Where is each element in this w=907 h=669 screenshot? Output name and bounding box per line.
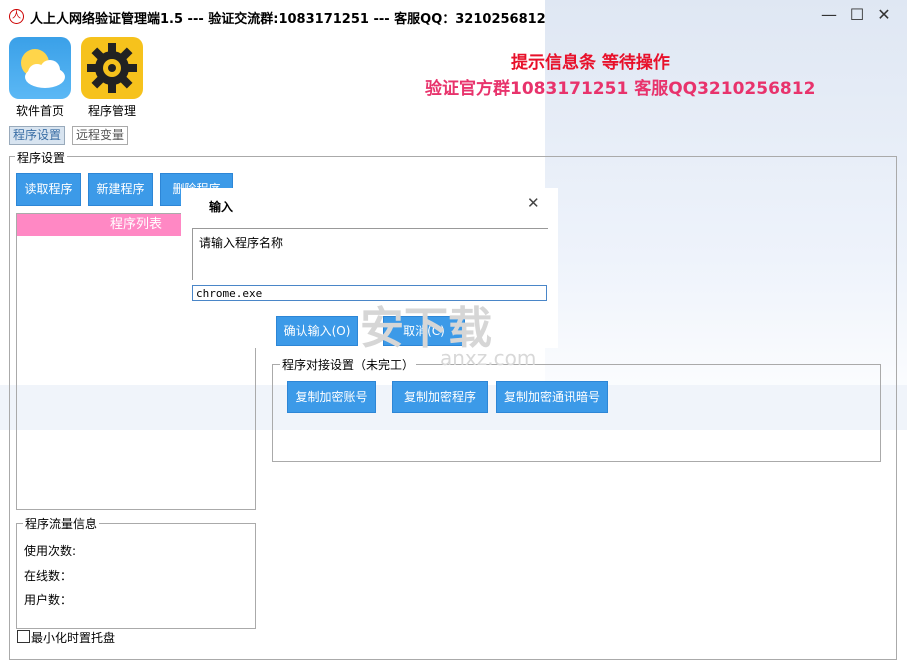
new-program-button[interactable]: 新建程序 <box>88 173 153 206</box>
copy-encrypted-account-button[interactable]: 复制加密账号 <box>287 381 376 413</box>
docking-group-label: 程序对接设置（未完工） <box>280 356 417 373</box>
usage-count-label: 使用次数: <box>24 544 77 558</box>
copy-encrypted-program-button[interactable]: 复制加密程序 <box>392 381 488 413</box>
home-tile[interactable] <box>9 37 71 99</box>
close-button[interactable]: ✕ <box>875 6 893 24</box>
confirm-input-button[interactable]: 确认输入(O) <box>276 316 358 346</box>
program-settings-group-label: 程序设置 <box>15 149 68 166</box>
program-tile-label: 程序管理 <box>88 104 137 118</box>
contact-hint: 验证官方群1083171251 客服QQ3210256812 <box>425 79 816 99</box>
window-title: 人上人网络验证管理端1.5 --- 验证交流群:1083171251 --- 客… <box>30 12 546 27</box>
minimize-tray-label: 最小化时置托盘 <box>31 631 116 645</box>
user-count-label: 用户数： <box>24 593 73 607</box>
docking-group <box>272 364 881 462</box>
online-count-label: 在线数： <box>24 569 73 583</box>
watermark-url: anxz.com <box>440 346 537 370</box>
read-program-button[interactable]: 读取程序 <box>16 173 81 206</box>
dialog-close-icon[interactable]: ✕ <box>527 194 540 212</box>
home-tile-label: 软件首页 <box>16 104 65 118</box>
maximize-button[interactable]: ☐ <box>848 6 866 24</box>
copy-encrypted-signal-button[interactable]: 复制加密通讯暗号 <box>496 381 608 413</box>
status-hint: 提示信息条 等待操作 <box>511 53 670 73</box>
minimize-tray-checkbox[interactable] <box>17 630 30 643</box>
minimize-button[interactable]: — <box>820 6 838 24</box>
dialog-prompt: 请输入程序名称 <box>199 236 284 250</box>
tab-remote-variables[interactable]: 远程变量 <box>72 126 129 145</box>
traffic-group-label: 程序流量信息 <box>23 515 100 532</box>
dialog-title: 输入 <box>209 200 234 214</box>
gear-icon <box>87 43 137 93</box>
tab-program-settings[interactable]: 程序设置 <box>9 126 66 145</box>
cloud-sun-icon <box>21 49 65 88</box>
program-tile[interactable] <box>81 37 143 99</box>
app-logo-icon: 人 <box>9 9 24 24</box>
